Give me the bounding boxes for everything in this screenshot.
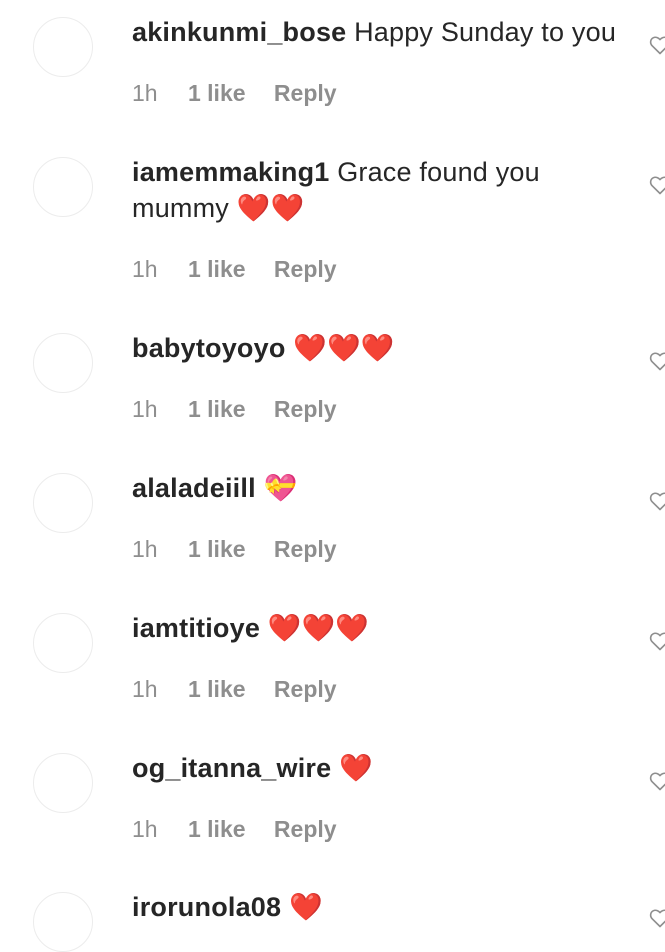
heart-outline-icon[interactable] [648, 33, 665, 57]
comment-text: irorunola08 ❤️ [132, 889, 622, 925]
comment-username[interactable]: babytoyoyo [132, 333, 286, 363]
comment-time: 1h [132, 256, 158, 282]
comment-username[interactable]: og_itanna_wire [132, 753, 331, 783]
avatar[interactable] [33, 892, 93, 952]
reply-button[interactable]: Reply [274, 256, 337, 282]
comment-meta: 1h 1 like Reply [132, 674, 337, 704]
comment-meta: 1h 1 like Reply [132, 254, 337, 284]
comment-time: 1h [132, 816, 158, 842]
comment-text: iamtitioye ❤️❤️❤️ [132, 610, 622, 646]
heart-outline-icon[interactable] [648, 489, 665, 513]
comment-text: og_itanna_wire ❤️ [132, 750, 622, 786]
comment-time: 1h [132, 536, 158, 562]
comment-text: babytoyoyo ❤️❤️❤️ [132, 330, 622, 366]
comment-likes-count[interactable]: 1 like [188, 396, 246, 422]
avatar[interactable] [33, 753, 93, 813]
reply-button[interactable]: Reply [274, 80, 337, 106]
heart-outline-icon[interactable] [648, 173, 665, 197]
reply-button[interactable]: Reply [274, 816, 337, 842]
comment-likes-count[interactable]: 1 like [188, 256, 246, 282]
avatar[interactable] [33, 17, 93, 77]
comment-likes-count[interactable]: 1 like [188, 676, 246, 702]
comment-username[interactable]: iamtitioye [132, 613, 260, 643]
reply-button[interactable]: Reply [274, 536, 337, 562]
comment-username[interactable]: irorunola08 [132, 892, 281, 922]
reply-button[interactable]: Reply [274, 676, 337, 702]
comment-text: iamemmaking1 Grace found you mummy ❤️❤️ [132, 154, 572, 226]
comment-time: 1h [132, 80, 158, 106]
comment-body: ❤️ [288, 892, 323, 922]
comment-meta: 1h 1 like Reply [132, 534, 337, 564]
comment-body: Happy Sunday to you [354, 17, 617, 47]
comment-time: 1h [132, 396, 158, 422]
comment-time: 1h [132, 676, 158, 702]
avatar[interactable] [33, 333, 93, 393]
avatar[interactable] [33, 157, 93, 217]
heart-outline-icon[interactable] [648, 906, 665, 930]
comment-likes-count[interactable]: 1 like [188, 536, 246, 562]
comment-meta: 1h 1 like Reply [132, 394, 337, 424]
comment-text: alaladeiill 💝 [132, 470, 622, 506]
comment-body: 💝 [263, 473, 298, 503]
comment-body: ❤️ [339, 753, 373, 783]
comment-likes-count[interactable]: 1 like [188, 816, 246, 842]
avatar[interactable] [33, 613, 93, 673]
heart-outline-icon[interactable] [648, 629, 665, 653]
comment-text: akinkunmi_bose Happy Sunday to you [132, 14, 622, 50]
avatar[interactable] [33, 473, 93, 533]
comment-username[interactable]: alaladeiill [132, 473, 256, 503]
comment-meta: 1h 1 like Reply [132, 78, 337, 108]
heart-outline-icon[interactable] [648, 769, 665, 793]
reply-button[interactable]: Reply [274, 396, 337, 422]
comment-likes-count[interactable]: 1 like [188, 80, 246, 106]
comment-body: ❤️❤️❤️ [293, 333, 395, 363]
comment-username[interactable]: akinkunmi_bose [132, 17, 346, 47]
comment-username[interactable]: iamemmaking1 [132, 157, 330, 187]
comment-body: ❤️❤️❤️ [267, 613, 370, 643]
heart-outline-icon[interactable] [648, 349, 665, 373]
comment-meta: 1h 1 like Reply [132, 814, 337, 844]
